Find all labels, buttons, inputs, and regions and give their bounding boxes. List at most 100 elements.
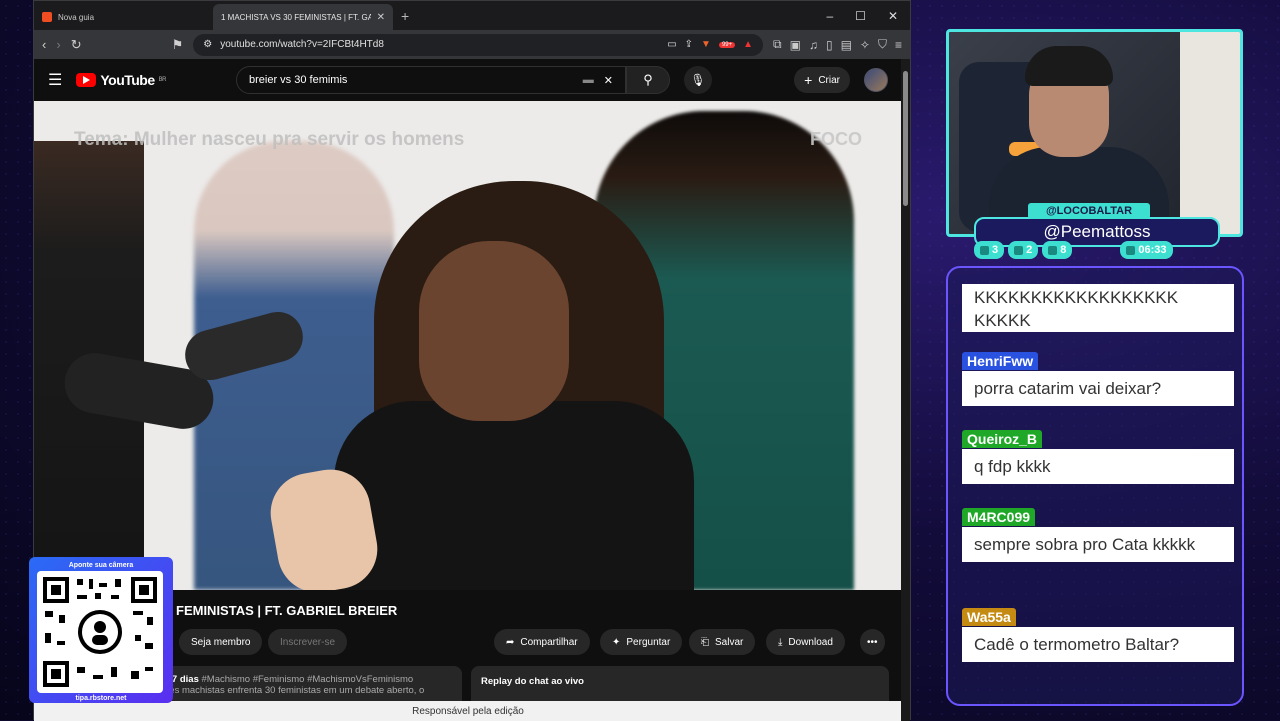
create-button[interactable]: + Criar [794,67,850,93]
subscribe-button[interactable]: Inscrever-se [268,629,348,655]
region-code: BR [158,77,167,83]
tab-bar: Nova guia 1 MACHISTA VS 30 FEMINISTAS | … [34,1,910,69]
search-button[interactable]: ⚲ [626,66,670,94]
save-label: Salvar [715,636,744,648]
save-button[interactable]: ⎗ Salvar [689,629,756,655]
stat-value: 8 [1060,244,1067,256]
extension-icon[interactable]: ⧉ [773,37,782,52]
url-field[interactable]: ⚙ youtube.com/watch?v=2IFCBt4HTd8 ▭ ⇪ ▼ … [193,33,764,56]
video-overlay-text: Tema: Mulher nasceu pra servir os homens [74,129,465,150]
download-label: Download [788,636,833,648]
plus-icon: + [804,72,813,88]
vpn-icon[interactable]: ⛉ [878,37,887,52]
stat-link: 8 [1042,241,1073,259]
more-actions-button[interactable]: ••• [860,629,885,655]
hamburger-icon[interactable]: ☰ [48,70,62,90]
youtube-header: ☰ YouTube BR breier vs 30 femimis ▬ ✕ ⚲ … [34,59,902,101]
join-button[interactable]: Seja membro [179,629,263,655]
chat-text: sempre sobra pro Cata kkkkk [962,527,1234,562]
screenshot-icon[interactable]: ▣ [790,38,801,52]
maximize-button[interactable]: ☐ [855,9,866,23]
brave-icon [42,12,52,22]
youtube-icon [1014,245,1024,255]
clock-icon [1126,245,1136,255]
sidebar-icon[interactable]: ▯ [826,38,833,52]
chat-text: KKKKKKKKKKKKKKKKKK KKKKK [962,284,1234,332]
music-icon[interactable]: ♫ [809,38,818,52]
close-tab-icon[interactable]: ✕ [377,12,385,23]
chat-text: q fdp kkkk [962,449,1234,484]
scrollbar-thumb[interactable] [903,71,908,206]
avatar[interactable] [864,68,888,92]
chat-message: Wa55a Cadê o termometro Baltar? [962,608,1234,662]
video-title: FEMINISTAS | FT. GABRIEL BREIER [176,603,398,618]
qr-code [37,571,163,693]
rewards-icon[interactable]: ▲ [743,39,753,50]
download-button[interactable]: ⤓ Download [766,629,845,655]
video-person-main-face [419,241,569,421]
youtube-play-icon [76,73,97,87]
page-scrollbar[interactable] [901,59,910,721]
cast-icon[interactable]: ▭ [667,39,676,50]
wallet-icon[interactable]: ▤ [841,38,852,52]
tab-new[interactable]: Nova guia [34,4,209,30]
chat-username: Queiroz_B [962,430,1043,448]
search-icon: ⚲ [643,72,653,87]
search-input[interactable]: breier vs 30 femimis ▬ ✕ [236,66,626,94]
logo-text: YouTube [100,72,155,88]
ask-button[interactable]: ✦ Perguntar [600,629,683,655]
video-person-main-body [334,401,694,590]
brave-shields-icon[interactable]: ▼ [701,39,711,50]
chat-message: Queiroz_B q fdp kkkk [962,430,1234,484]
forward-icon[interactable]: › [56,37,60,52]
ask-label: Perguntar [626,636,671,648]
close-window-button[interactable]: ✕ [888,9,898,23]
leo-icon[interactable]: ✧ [860,38,870,52]
voice-search-button[interactable]: 🎙 [684,66,712,94]
stat-clock: 06:33 [1120,241,1173,259]
stat-value: 3 [992,244,999,256]
chat-username: Wa55a [962,608,1016,626]
chat-text: Cadê o termometro Baltar? [962,627,1234,662]
chat-overlay: KKKKKKKKKKKKKKKKKK KKKKK HenriFww porra … [946,266,1244,706]
url-text: youtube.com/watch?v=2IFCBt4HTd8 [220,39,384,50]
desc-tags[interactable]: #Machismo #Feminismo #MachismoVsFeminism… [202,674,414,685]
bookmark-icon[interactable]: ⚑ [172,37,184,53]
qr-code-graphic [43,577,157,687]
new-tab-button[interactable]: + [401,8,409,24]
back-icon[interactable]: ‹ [42,37,46,52]
footer-text: Responsável pela edição [412,705,524,717]
replay-label: Replay do chat ao vivo [481,676,584,687]
share-label: Compartilhar [520,636,578,648]
address-bar-row: ‹ › ↻ ⚑ ⚙ youtube.com/watch?v=2IFCBt4HTd… [34,30,910,59]
download-icon: ⤓ [778,636,783,648]
stat-value: 06:33 [1138,244,1167,256]
stream-stats: 3 2 8 06:33 [974,241,1220,259]
chat-text: porra catarim vai deixar? [962,371,1234,406]
join-label: Seja membro [191,636,251,648]
qr-overlay: Aponte sua câmera tipa.rbstore.net [29,557,173,703]
reload-icon[interactable]: ↻ [71,37,82,53]
tab-label: 1 MACHISTA VS 30 FEMINISTAS | FT. GA [221,12,371,22]
clear-search-icon[interactable]: ✕ [604,74,613,87]
link-icon [1048,245,1058,255]
chat-message: M4RC099 sempre sobra pro Cata kkkkk [962,508,1234,562]
extensions-area: ⧉ ▣ ♫ ▯ ▤ ✧ ⛉ ≡ [773,37,902,52]
window-controls: – ☐ ✕ [826,1,910,30]
share-button[interactable]: ➦ Compartilhar [494,629,590,655]
chat-icon [980,245,989,255]
menu-icon[interactable]: ≡ [895,38,902,52]
chat-username: HenriFww [962,352,1039,370]
youtube-logo[interactable]: YouTube BR [76,72,167,88]
video-player[interactable]: Tema: Mulher nasceu pra servir os homens… [34,101,902,590]
sparkle-icon: ✦ [612,636,621,648]
handle-primary: @LOCOBALTAR [1028,203,1150,219]
keyboard-icon[interactable]: ▬ [583,74,594,86]
site-info-icon[interactable]: ⚙ [203,39,212,50]
shields-badge: 99+ [718,41,736,48]
chat-username: M4RC099 [962,508,1036,526]
tab-youtube[interactable]: 1 MACHISTA VS 30 FEMINISTAS | FT. GA ✕ [34,4,393,69]
minimize-button[interactable]: – [826,9,833,23]
stat-chat: 3 [974,241,1005,259]
share-icon[interactable]: ⇪ [685,39,693,50]
